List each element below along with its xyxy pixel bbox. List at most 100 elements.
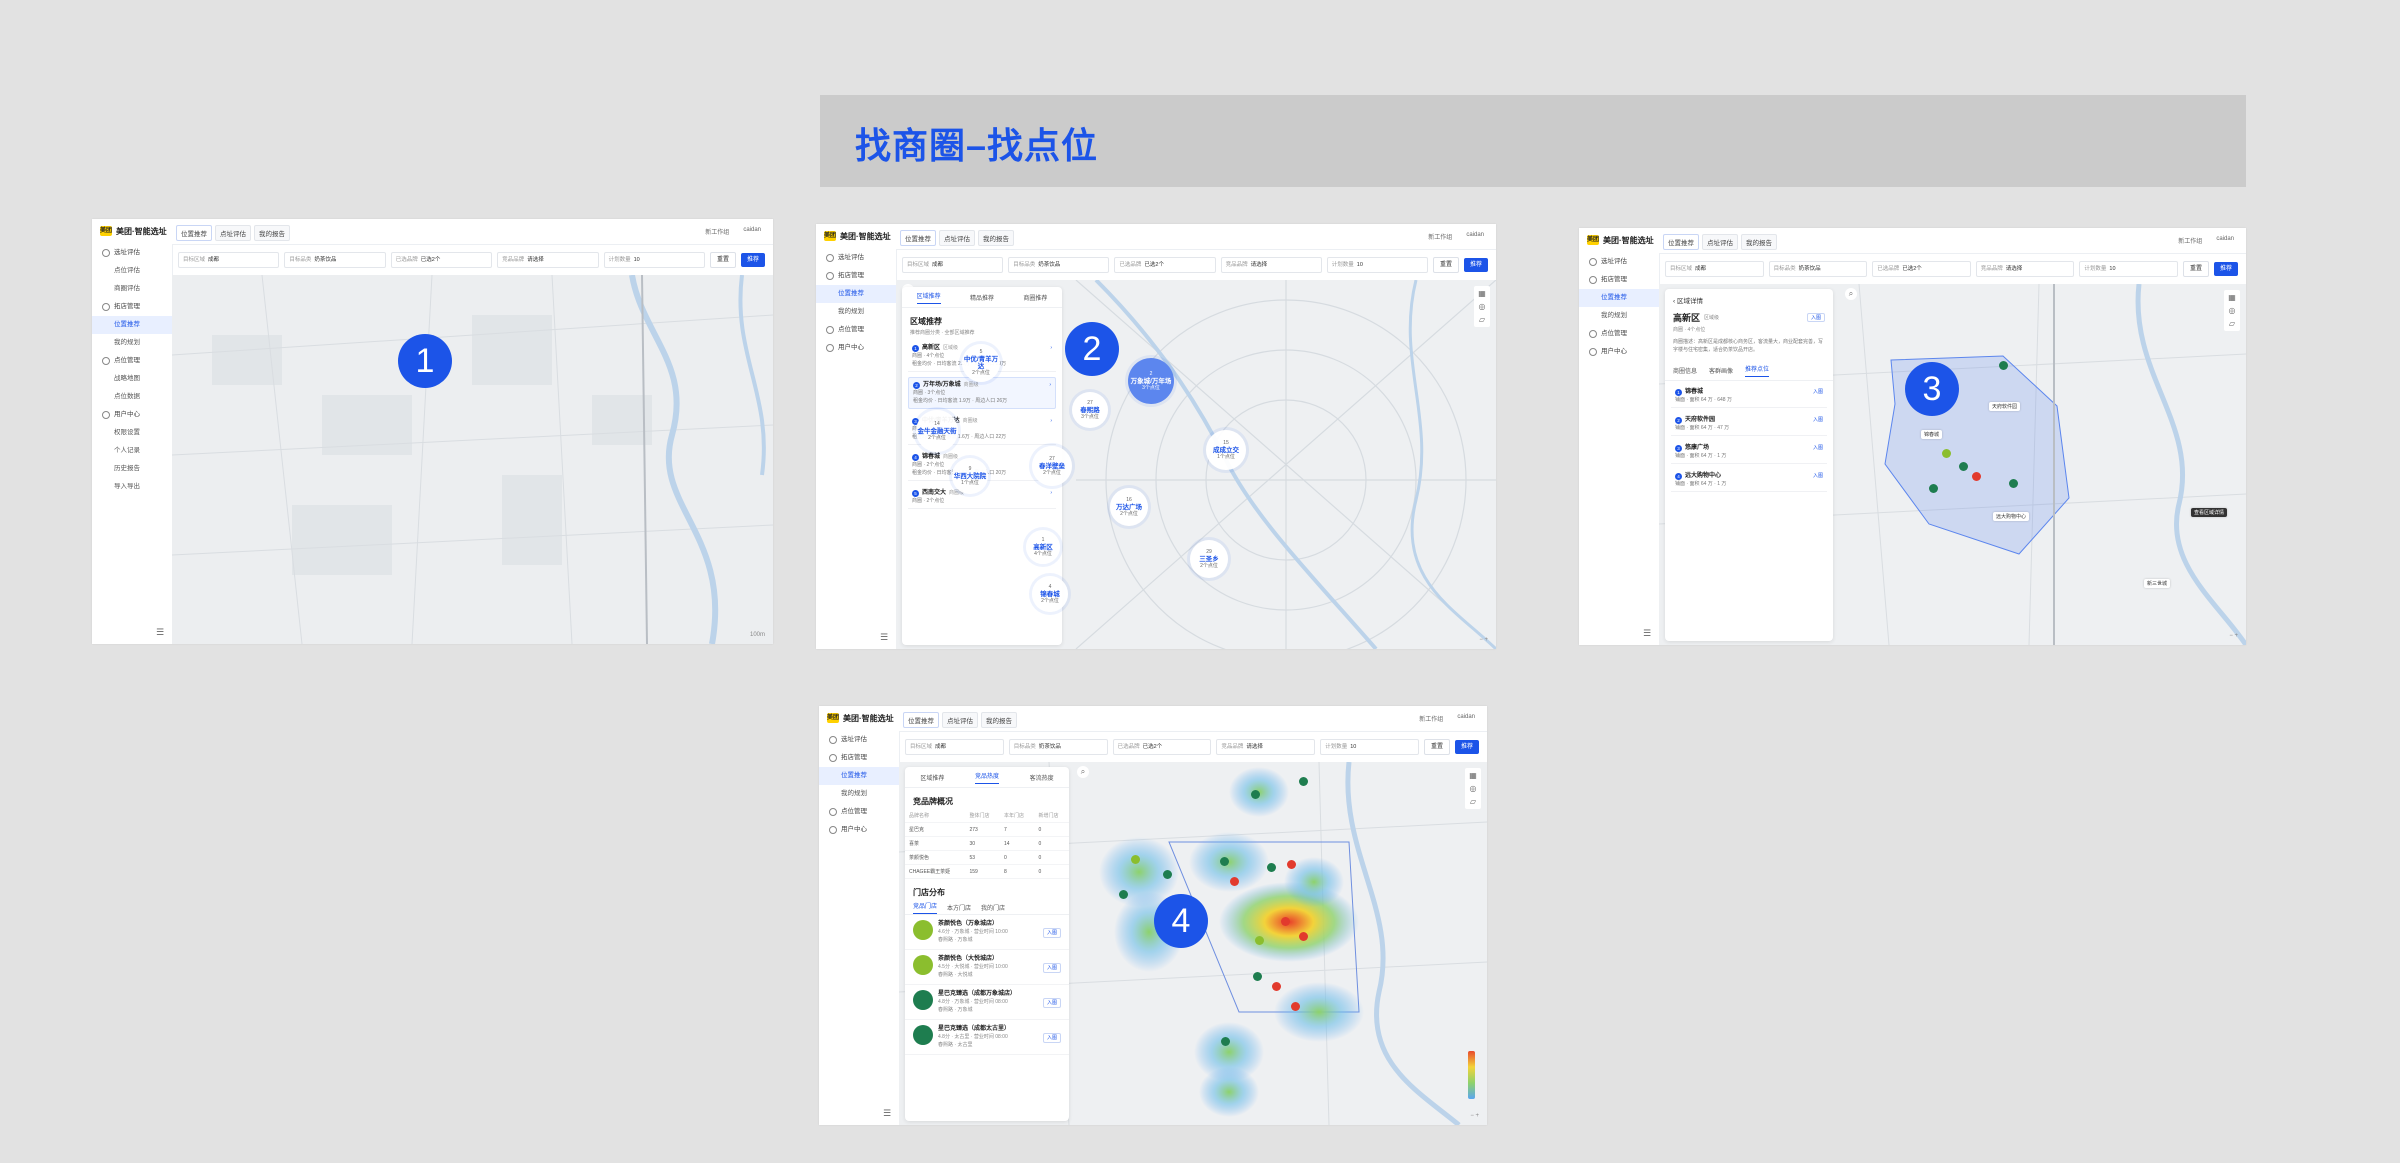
cluster-bubble[interactable]: 2 万象城/万年场 3个点位 bbox=[1128, 358, 1174, 404]
map-tag[interactable]: 远大购物中心 bbox=[1993, 512, 2030, 521]
starbucks-pin[interactable] bbox=[1267, 863, 1276, 872]
starbucks-pin[interactable] bbox=[1163, 870, 1172, 879]
tab-traffic-heat[interactable]: 客流热度 bbox=[1030, 773, 1054, 782]
locate-icon[interactable]: ◎ bbox=[2229, 306, 2236, 315]
sidebar-item[interactable]: 选址评估 bbox=[1579, 253, 1659, 271]
detail-link[interactable]: › bbox=[1050, 489, 1052, 497]
sidebar-item[interactable]: 我的规划 bbox=[816, 303, 896, 321]
starbucks-pin[interactable] bbox=[1959, 462, 1968, 471]
tab-recommend[interactable]: 位置推荐 bbox=[900, 230, 936, 246]
tab-district[interactable]: 商圈推荐 bbox=[1023, 293, 1047, 302]
starbucks-pin[interactable] bbox=[1929, 484, 1938, 493]
enter-map-button[interactable]: 入图 bbox=[1042, 928, 1061, 938]
sidebar-item[interactable]: 拓店管理 bbox=[1579, 271, 1659, 289]
search-icon[interactable]: ⌕ bbox=[1077, 766, 1089, 778]
sidebar-item[interactable]: 我的规划 bbox=[92, 334, 172, 352]
reset-button[interactable]: 重置 bbox=[709, 252, 736, 268]
brand-select[interactable]: 已选品牌 已选2个 bbox=[390, 252, 493, 268]
locate-icon[interactable]: ◎ bbox=[1479, 302, 1486, 311]
own-store-pin[interactable] bbox=[1942, 449, 1951, 458]
workspace-label[interactable]: 新工作组 bbox=[1419, 714, 1443, 723]
search-icon[interactable]: ⌕ bbox=[1845, 288, 1857, 300]
competitor-pin[interactable] bbox=[1291, 1002, 1300, 1011]
sidebar-item[interactable]: 位置推荐 bbox=[819, 767, 899, 785]
sidebar-item[interactable]: 拓店管理 bbox=[816, 267, 896, 285]
competitor-pin[interactable] bbox=[1299, 932, 1308, 941]
detail-tooltip[interactable]: 查看区域详情 bbox=[2191, 508, 2228, 517]
category-select[interactable]: 目标品类 奶茶饮品 bbox=[284, 252, 386, 268]
sidebar-item[interactable]: 位置推荐 bbox=[816, 285, 896, 303]
brand-select[interactable]: 已选品牌 已选2个 bbox=[1872, 261, 1971, 277]
starbucks-pin[interactable] bbox=[2009, 479, 2018, 488]
starbucks-pin[interactable] bbox=[1220, 857, 1229, 866]
brand-select[interactable]: 已选品牌 已选2个 bbox=[1114, 257, 1216, 273]
competitor-pin[interactable] bbox=[1230, 877, 1239, 886]
tab-recommend[interactable]: 位置推荐 bbox=[903, 712, 939, 728]
starbucks-pin[interactable] bbox=[1299, 777, 1308, 786]
store-item[interactable]: 茶颜悦色（大悦城店） 4.5分 · 大悦城 · 营业时间 10:00 春熙路 · 大… bbox=[905, 950, 1069, 985]
user-name[interactable]: caidan bbox=[1466, 232, 1484, 241]
sidebar-item[interactable]: 点位管理 bbox=[92, 352, 172, 370]
sidebar-item[interactable]: 用户中心 bbox=[92, 406, 172, 424]
sidebar-item[interactable]: 点位评估 bbox=[92, 262, 172, 280]
tab-recommend[interactable]: 位置推荐 bbox=[1663, 234, 1699, 250]
back-link[interactable]: ‹ 区域详情 bbox=[1665, 289, 1833, 307]
table-row[interactable]: CHAGEE霸王茶姬 159 8 0 bbox=[905, 864, 1069, 879]
sidebar-item[interactable]: 导入导出 bbox=[92, 478, 172, 496]
sidebar-item[interactable]: 个人记录 bbox=[92, 442, 172, 460]
store-item[interactable]: 星巴克臻选（成都万象城店） 4.8分 · 万象城 · 营业时间 08:00 春熙路 … bbox=[905, 985, 1069, 1020]
brand-select[interactable]: 已选品牌 已选2个 bbox=[1112, 739, 1212, 755]
sidebar-item[interactable]: 位置推荐 bbox=[92, 316, 172, 334]
user-name[interactable]: caidan bbox=[1457, 714, 1475, 723]
category-select[interactable]: 目标品类 奶茶饮品 bbox=[1008, 257, 1110, 273]
sidebar-item[interactable]: 选址评估 bbox=[816, 249, 896, 267]
sidebar-item[interactable]: 战略地图 bbox=[92, 370, 172, 388]
zoom-controls[interactable]: − + bbox=[1470, 1113, 1479, 1119]
sidebar-item[interactable]: 权限设置 bbox=[92, 424, 172, 442]
tab-reports[interactable]: 我的报告 bbox=[254, 225, 290, 241]
tab-recommend[interactable]: 位置推荐 bbox=[176, 225, 212, 241]
table-row[interactable]: 茶颜悦色 53 0 0 bbox=[905, 850, 1069, 865]
tab-my-stores[interactable]: 我的门店 bbox=[981, 903, 1005, 912]
enter-map-button[interactable]: 入图 bbox=[1813, 444, 1823, 452]
sidebar-item[interactable]: 用户中心 bbox=[816, 339, 896, 357]
sidebar-item[interactable]: 我的规划 bbox=[819, 785, 899, 803]
detail-link[interactable]: › bbox=[1050, 344, 1052, 352]
sidebar-item[interactable]: 用户中心 bbox=[819, 821, 899, 839]
collapse-icon[interactable]: ☰ bbox=[1643, 628, 1651, 639]
tab-competitor-stores[interactable]: 竞品门店 bbox=[913, 901, 938, 914]
measure-icon[interactable]: ▱ bbox=[1470, 797, 1476, 806]
region-card[interactable]: 5 西南交大 商圈级 › 商圈 · 2个点位 bbox=[908, 486, 1056, 509]
count-input[interactable]: 计划数量 10 bbox=[2079, 261, 2178, 277]
city-select[interactable]: 目标区域 成都 bbox=[905, 739, 1004, 755]
enter-map-button[interactable]: 入图 bbox=[1042, 1033, 1061, 1043]
category-select[interactable]: 目标品类 奶茶饮品 bbox=[1768, 261, 1868, 277]
cluster-bubble[interactable]: 5 中优/青羊万达 2个点位 bbox=[962, 344, 1000, 382]
sidebar-item[interactable]: 位置推荐 bbox=[1579, 289, 1659, 307]
starbucks-pin[interactable] bbox=[1119, 890, 1128, 899]
collapse-icon[interactable]: ☰ bbox=[883, 1108, 891, 1119]
search-button[interactable]: 推荐 bbox=[1463, 258, 1488, 272]
starbucks-pin[interactable] bbox=[1999, 361, 2008, 370]
sidebar-item[interactable]: 点位数据 bbox=[92, 388, 172, 406]
enter-map-button[interactable]: 入图 bbox=[1813, 388, 1823, 396]
cluster-bubble[interactable]: 29 三圣乡 2个点位 bbox=[1190, 540, 1228, 578]
competitor-pin[interactable] bbox=[1272, 982, 1281, 991]
cluster-bubble[interactable]: 14 金牛金融天街 2个点位 bbox=[916, 410, 958, 452]
enter-map-button[interactable]: 入图 bbox=[1042, 998, 1061, 1008]
competitor-select[interactable]: 竞品品牌 请选择 bbox=[497, 252, 599, 268]
search-button[interactable]: 推荐 bbox=[2213, 262, 2238, 276]
enter-map-button[interactable]: 入图 bbox=[1813, 416, 1823, 424]
reset-button[interactable]: 重置 bbox=[1432, 257, 1459, 273]
city-select[interactable]: 目标区域 成都 bbox=[902, 257, 1004, 273]
point-card[interactable]: 1 锦春城 入图 铺面 · 面积 64 万 · 648 万 bbox=[1671, 385, 1827, 408]
zoom-controls[interactable]: − + bbox=[2229, 633, 2238, 639]
layers-icon[interactable]: ▦ bbox=[1469, 771, 1477, 780]
sidebar-item[interactable]: 选址评估 bbox=[819, 731, 899, 749]
count-input[interactable]: 计划数量 10 bbox=[603, 252, 705, 268]
sidebar-item[interactable]: 我的规划 bbox=[1579, 307, 1659, 325]
layers-icon[interactable]: ▦ bbox=[1478, 289, 1486, 298]
sidebar-item[interactable]: 商圈评估 bbox=[92, 280, 172, 298]
own-store-pin[interactable] bbox=[1255, 936, 1264, 945]
zoom-controls[interactable]: − + bbox=[1479, 637, 1488, 643]
